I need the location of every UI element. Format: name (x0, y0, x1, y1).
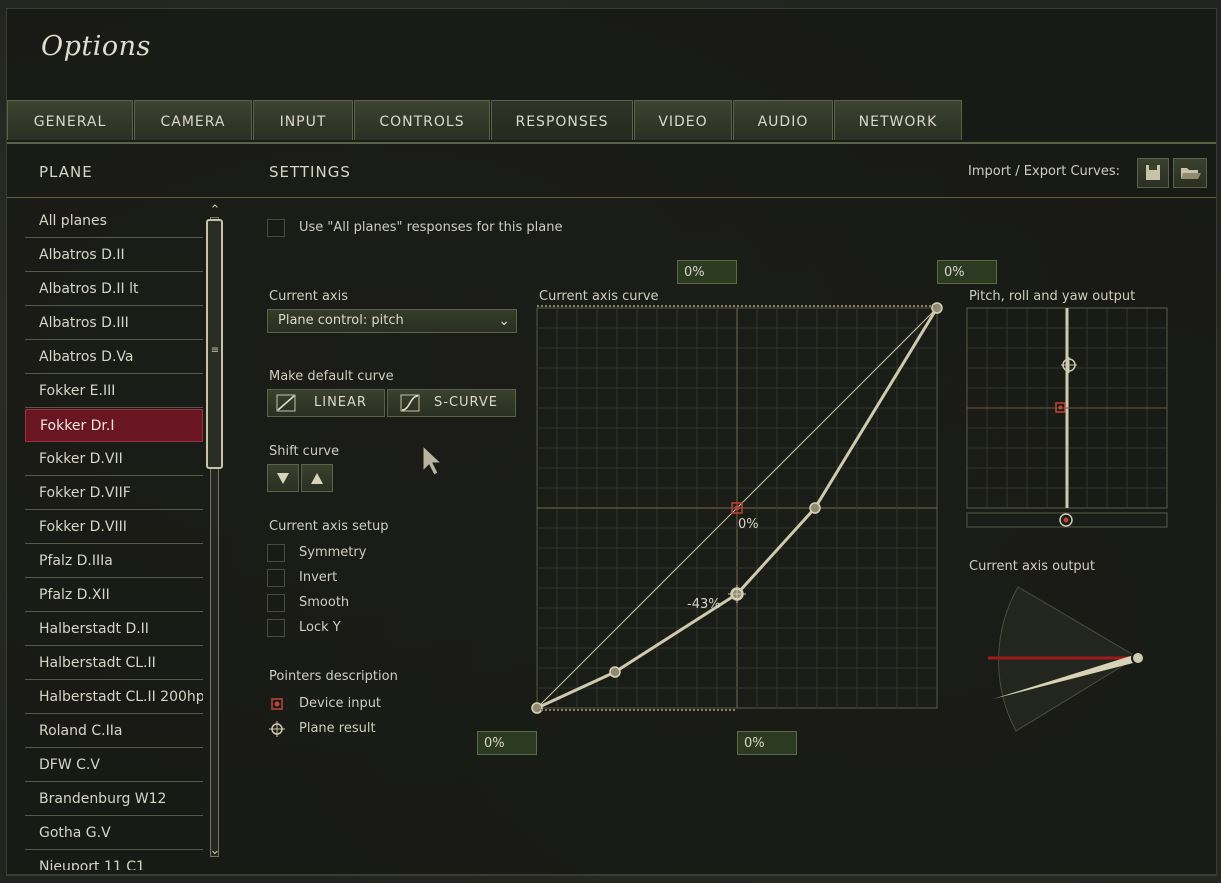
invert-label: Invert (299, 570, 338, 585)
use-all-planes-label: Use "All planes" responses for this plan… (299, 220, 563, 235)
bottom-edge (7, 874, 1216, 875)
plane-list-item[interactable]: Fokker D.VIII (25, 511, 203, 544)
axis-output-title: Current axis output (969, 559, 1096, 574)
plane-list-item[interactable]: Albatros D.II (25, 239, 203, 272)
bottom-center-value-box[interactable]: 0% (737, 731, 797, 755)
plane-list: All planes Albatros D.II Albatros D.II lt A… (25, 205, 203, 870)
device-input-label: Device input (299, 696, 382, 711)
symmetry-checkbox[interactable] (267, 544, 285, 562)
smooth-checkbox[interactable] (267, 594, 285, 612)
plane-list-item[interactable]: Albatros D.III (25, 307, 203, 340)
tab-controls[interactable]: CONTROLS (354, 100, 490, 140)
scroll-grip-icon: ≡ (210, 345, 220, 356)
current-axis-value: Plane control: pitch (278, 313, 404, 328)
shift-down-button[interactable] (267, 464, 299, 492)
tab-divider (7, 142, 1216, 144)
plane-list-item[interactable]: Albatros D.Va (25, 341, 203, 374)
settings-header: SETTINGS (269, 163, 351, 181)
gauge-pivot (1131, 651, 1145, 665)
top-right-value-box[interactable]: 0% (937, 260, 997, 284)
tab-camera[interactable]: CAMERA (134, 100, 252, 140)
triangle-down-icon (277, 473, 289, 484)
s-curve-label: S-CURVE (434, 395, 498, 410)
triangle-up-icon (311, 473, 323, 484)
scrollbar-thumb[interactable] (206, 219, 223, 469)
shift-curve-label: Shift curve (269, 444, 340, 459)
tab-audio[interactable]: AUDIO (733, 100, 833, 140)
result-value-label: -43% (687, 597, 721, 612)
current-axis-dropdown[interactable]: Plane control: pitch ⌄ (267, 309, 517, 333)
scroll-up-icon[interactable]: ⌃ (204, 203, 226, 218)
curve-control-point[interactable] (609, 666, 621, 678)
current-axis-label: Current axis (269, 289, 349, 304)
options-window: Options GENERAL CAMERA INPUT CONTROLS RESPON… (6, 8, 1217, 876)
plane-list-scrollbar[interactable]: ⌃ ≡ ⌄ (204, 203, 226, 863)
chevron-down-icon: ⌄ (498, 313, 510, 329)
plane-list-item[interactable]: Fokker E.III (25, 375, 203, 408)
mouse-cursor-icon (422, 445, 443, 476)
use-all-planes-checkbox[interactable] (267, 219, 285, 237)
pointers-label: Pointers description (269, 669, 398, 684)
plane-list-item[interactable]: DFW C.V (25, 749, 203, 782)
window-title: Options (41, 31, 151, 62)
scroll-down-icon[interactable]: ⌄ (204, 843, 226, 858)
plane-list-item[interactable]: Fokker Dr.I (25, 409, 203, 442)
plane-list-item[interactable]: Gotha G.V (25, 817, 203, 850)
plane-result-label: Plane result (299, 721, 376, 736)
tab-general[interactable]: GENERAL (7, 100, 133, 140)
plane-list-item[interactable]: Pfalz D.IIIa (25, 545, 203, 578)
device-input-icon (271, 698, 283, 710)
tab-network[interactable]: NETWORK (834, 100, 962, 140)
pry-panel-title: Pitch, roll and yaw output (969, 289, 1136, 304)
tab-video[interactable]: VIDEO (634, 100, 732, 140)
plane-list-item[interactable]: Roland C.IIa (25, 715, 203, 748)
top-left-value-box[interactable]: 0% (677, 260, 737, 284)
shift-up-button[interactable] (301, 464, 333, 492)
linear-label: LINEAR (314, 395, 367, 410)
plane-list-item[interactable]: Fokker D.VII (25, 443, 203, 476)
tab-bar: GENERAL CAMERA INPUT CONTROLS RESPONSES VIDEO… (7, 100, 1216, 142)
plane-list-item[interactable]: Nieuport 11 C1 (25, 851, 203, 870)
lock-y-label: Lock Y (299, 620, 341, 635)
plane-list-item[interactable]: Fokker D.VIIF (25, 477, 203, 510)
smooth-label: Smooth (299, 595, 350, 610)
save-icon (1146, 165, 1160, 180)
plane-result-icon (269, 721, 285, 737)
plane-list-item[interactable]: Brandenburg W12 (25, 783, 203, 816)
linear-button[interactable]: LINEAR (267, 389, 385, 417)
plane-list-item[interactable]: Albatros D.II lt (25, 273, 203, 306)
plane-list-item[interactable]: Halberstadt D.II (25, 613, 203, 646)
save-curves-button[interactable] (1137, 158, 1169, 188)
center-value-label: 0% (738, 517, 759, 532)
curve-control-point[interactable] (809, 502, 821, 514)
header-divider (7, 197, 1216, 198)
plane-list-item[interactable]: Halberstadt CL.II 200hp (25, 681, 203, 714)
folder-icon (1181, 168, 1201, 179)
tab-input[interactable]: INPUT (253, 100, 353, 140)
open-curves-button[interactable] (1173, 158, 1207, 188)
curve-chart[interactable]: 0% -43% (527, 294, 952, 724)
plane-list-item[interactable]: All planes (25, 205, 203, 238)
plane-list-item[interactable]: Halberstadt CL.II (25, 647, 203, 680)
default-curve-label: Make default curve (269, 369, 394, 384)
invert-checkbox[interactable] (267, 569, 285, 587)
curve-control-point[interactable] (531, 702, 543, 714)
plane-header: PLANE (39, 163, 93, 181)
symmetry-label: Symmetry (299, 545, 367, 560)
pry-plane-result-icon (1061, 357, 1077, 373)
tab-responses[interactable]: RESPONSES (491, 100, 633, 140)
axis-output-gauge (988, 586, 1145, 732)
plane-list-item[interactable]: Pfalz D.XII (25, 579, 203, 612)
s-curve-icon (400, 394, 420, 412)
lock-y-checkbox[interactable] (267, 619, 285, 637)
bottom-left-value-box[interactable]: 0% (477, 731, 537, 755)
axis-setup-label: Current axis setup (269, 519, 389, 534)
import-export-label: Import / Export Curves: (968, 164, 1120, 179)
s-curve-button[interactable]: S-CURVE (387, 389, 516, 417)
pry-output-panel (966, 307, 1168, 528)
curve-control-point[interactable] (931, 302, 943, 314)
linear-curve-icon (276, 394, 296, 412)
